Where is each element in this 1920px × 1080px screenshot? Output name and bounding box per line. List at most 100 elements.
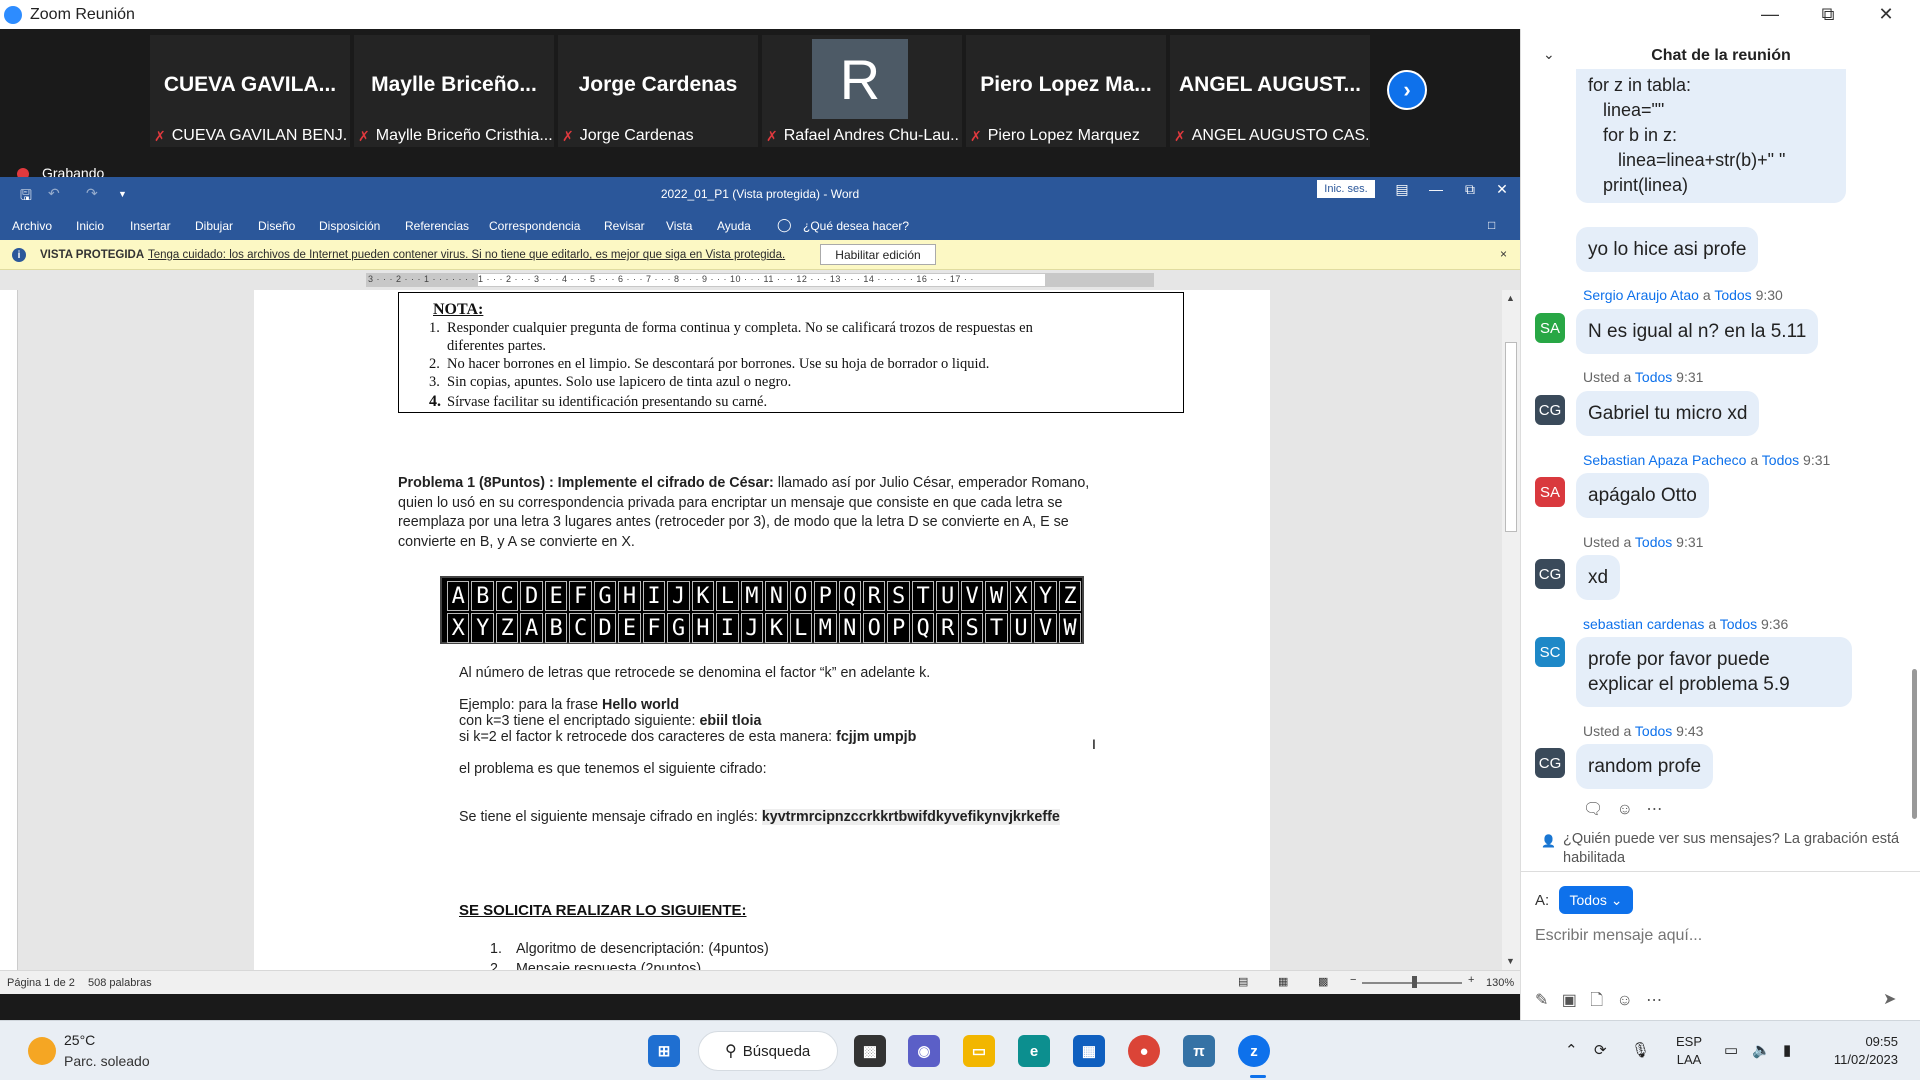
screenshot-icon[interactable]: ▣	[1562, 992, 1577, 1009]
ribbon-display-icon[interactable]: ▤	[1386, 177, 1418, 201]
language-indicator[interactable]: ESP LAA	[1676, 1033, 1702, 1069]
protected-view-message[interactable]: Tenga cuidado: los archivos de Internet …	[148, 249, 785, 261]
menu-revisar[interactable]: Revisar	[604, 219, 645, 233]
reply-icon[interactable]: 🗨	[1583, 801, 1603, 818]
taskbar-search[interactable]: ⚲ Búsqueda	[698, 1031, 838, 1071]
store-icon[interactable]: ▦	[1073, 1035, 1105, 1067]
menu-archivo[interactable]: Archivo	[12, 219, 52, 233]
comments-icon[interactable]: □	[1488, 218, 1495, 232]
horizontal-ruler: 3 · · · 2 · · · 1 · · · · · · · 1 · · · …	[0, 270, 1520, 290]
message-meta: Usted a Todos 9:31	[1583, 534, 1704, 550]
menu-diseno[interactable]: Diseño	[258, 219, 295, 233]
sign-in-button[interactable]: Inic. ses.	[1317, 180, 1375, 198]
menu-ayuda[interactable]: Ayuda	[717, 219, 751, 233]
zoom-slider-knob[interactable]	[1412, 976, 1417, 988]
chevron-up-icon[interactable]: ⌃	[1565, 1041, 1578, 1059]
edge-icon[interactable]: e	[1018, 1035, 1050, 1067]
menu-insertar[interactable]: Insertar	[130, 219, 171, 233]
participant-tile[interactable]: Jorge Cardenas ✗ Jorge Cardenas	[558, 35, 758, 147]
zoom-out-icon[interactable]: −	[1350, 974, 1356, 986]
menu-vista[interactable]: Vista	[666, 219, 692, 233]
tell-me-search[interactable]: ¿Qué desea hacer?	[803, 219, 909, 233]
more-icon[interactable]: ⋯	[1646, 801, 1662, 818]
message-meta: Usted a Todos 9:43	[1583, 723, 1704, 739]
who-can-see-notice[interactable]: 👤 ¿Quién puede ver sus mensajes? La graba…	[1541, 830, 1911, 868]
microphone-icon[interactable]: 🎙	[1631, 1041, 1650, 1059]
document-scrollbar[interactable]: ▲ ▼	[1502, 290, 1520, 970]
send-icon[interactable]: ➤	[1883, 989, 1896, 1009]
recipient-select[interactable]: Todos ⌄	[1559, 886, 1633, 914]
participant-tile[interactable]: CUEVA GAVILA... ✗ CUEVA GAVILAN BENJ...	[150, 35, 350, 147]
scroll-up-icon[interactable]: ▲	[1506, 293, 1515, 303]
task-view-icon[interactable]: ▩	[854, 1035, 886, 1067]
factor-text: Al número de letras que retrocede se den…	[459, 665, 931, 681]
scroll-down-icon[interactable]: ▼	[1506, 956, 1515, 966]
sync-icon[interactable]: ⟳	[1594, 1041, 1607, 1059]
close-icon[interactable]: ✕	[1858, 0, 1914, 29]
chat-message[interactable]: profe por favor puede explicar el proble…	[1576, 637, 1852, 707]
weather-icon[interactable]	[28, 1037, 56, 1065]
chat-message[interactable]: apágalo Otto	[1576, 473, 1709, 518]
menu-dibujar[interactable]: Dibujar	[195, 219, 233, 233]
chat-input[interactable]	[1535, 922, 1905, 950]
clock[interactable]: 09:55 11/02/2023	[1822, 1033, 1898, 1069]
scroll-thumb[interactable]	[1505, 342, 1517, 532]
participant-tile[interactable]: Piero Lopez Ma... ✗ Piero Lopez Marquez	[966, 35, 1166, 147]
file-explorer-icon[interactable]: ▭	[963, 1035, 995, 1067]
participant-name-label: ✗ ANGEL AUGUSTO CAS...	[1174, 127, 1368, 145]
weather-temp[interactable]: 25°C	[64, 1032, 95, 1048]
chat-message[interactable]: xd	[1576, 555, 1621, 600]
print-layout-icon[interactable]: ▦	[1278, 975, 1288, 988]
word-count[interactable]: 508 palabras	[88, 977, 152, 989]
video-strip: CUEVA GAVILA... ✗ CUEVA GAVILAN BENJ... M…	[0, 29, 1520, 151]
participant-tile[interactable]: R ✗ Rafael Andres Chu-Lau...	[762, 35, 962, 147]
file-icon[interactable]: 🗋	[1590, 992, 1603, 1009]
menu-referencias[interactable]: Referencias	[405, 219, 469, 233]
volume-icon[interactable]: 🔈	[1752, 1041, 1771, 1059]
zoom-in-icon[interactable]: +	[1468, 974, 1474, 986]
battery-icon[interactable]: ▮	[1783, 1041, 1791, 1059]
network-icon[interactable]: ▭	[1724, 1041, 1738, 1059]
add-reaction-icon[interactable]: ☺	[1617, 801, 1633, 818]
chat-message[interactable]: random profe	[1576, 744, 1714, 789]
chat-message-code[interactable]: for z in tabla: linea="" for b in z: lin…	[1576, 69, 1846, 203]
word-restore-icon[interactable]: ⧉	[1454, 177, 1486, 201]
menu-inicio[interactable]: Inicio	[76, 219, 104, 233]
chat-message[interactable]: Gabriel tu micro xd	[1576, 391, 1760, 436]
participant-display-name: CUEVA GAVILA...	[163, 73, 337, 96]
chrome-icon[interactable]: ●	[1128, 1035, 1160, 1067]
minimize-icon[interactable]: —	[1742, 0, 1798, 29]
cipher-letter: D	[520, 581, 543, 611]
menu-correspondencia[interactable]: Correspondencia	[489, 219, 580, 233]
zoom-app-icon[interactable]: z	[1238, 1035, 1270, 1067]
chat-message[interactable]: N es igual al n? en la 5.11	[1576, 309, 1819, 354]
menu-disposicion[interactable]: Disposición	[319, 219, 380, 233]
participant-tile[interactable]: ANGEL AUGUST... ✗ ANGEL AUGUSTO CAS...	[1170, 35, 1370, 147]
chat-message[interactable]: yo lo hice asi profe	[1576, 227, 1759, 272]
participant-tile[interactable]: Maylle Briceño... ✗ Maylle Briceño Cristh…	[354, 35, 554, 147]
restore-icon[interactable]: ⧉	[1800, 0, 1856, 29]
next-participants-button[interactable]: ›	[1387, 70, 1427, 110]
chat-scrollbar[interactable]	[1912, 669, 1917, 819]
more-icon[interactable]: ⋯	[1646, 992, 1662, 1009]
cipher-letter: W	[985, 581, 1008, 611]
protected-close-icon[interactable]: ×	[1500, 247, 1507, 261]
read-mode-icon[interactable]: ▤	[1238, 975, 1248, 988]
word-minimize-icon[interactable]: —	[1420, 177, 1452, 201]
cipher-letter: T	[911, 581, 935, 611]
windows-start-icon[interactable]: ⊞	[648, 1035, 680, 1067]
participant-display-name: Piero Lopez Ma...	[980, 73, 1152, 96]
participant-name-label: ✗ Jorge Cardenas	[562, 127, 756, 145]
word-close-icon[interactable]: ✕	[1486, 177, 1518, 201]
emoji-icon[interactable]: ☺	[1616, 992, 1632, 1009]
chat-title: Chat de la reunión	[1651, 47, 1791, 64]
weather-condition[interactable]: Parc. soleado	[64, 1053, 150, 1069]
enable-editing-button[interactable]: Habilitar edición	[820, 244, 936, 265]
document-page[interactable]: NOTA: 1. Responder cualquier pregunta de …	[254, 290, 1270, 970]
page-count[interactable]: Página 1 de 2	[7, 977, 75, 989]
zoom-level[interactable]: 130%	[1486, 977, 1514, 989]
python-icon[interactable]: π	[1183, 1035, 1215, 1067]
teams-chat-icon[interactable]: ◉	[908, 1035, 940, 1067]
web-layout-icon[interactable]: ▩	[1318, 975, 1328, 988]
format-icon[interactable]: ✎	[1535, 992, 1548, 1009]
